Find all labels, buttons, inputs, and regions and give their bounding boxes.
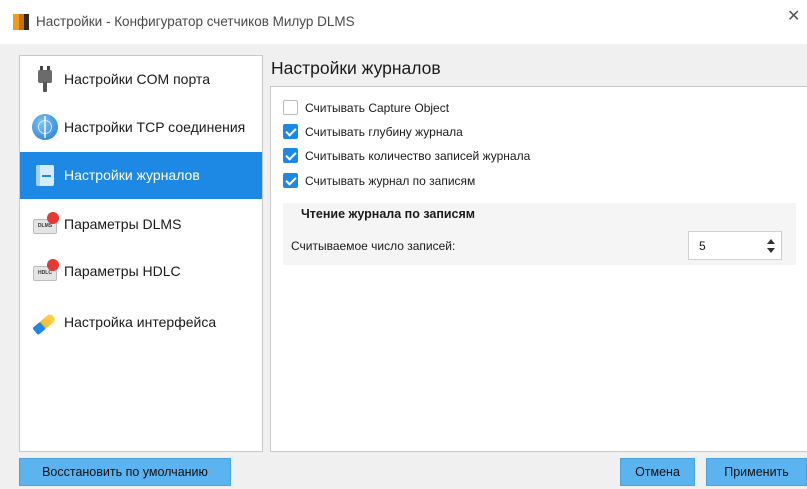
settings-window: Настройки - Конфигуратор счетчиков Милур… bbox=[0, 0, 807, 489]
sidebar-item-interface[interactable]: Настройка интерфейса bbox=[20, 299, 262, 346]
records-count-label: Считываемое число записей: bbox=[291, 239, 456, 253]
app-logo-icon bbox=[13, 14, 29, 30]
sidebar-item-label: Параметры DLMS bbox=[64, 216, 182, 232]
wrench-icon bbox=[32, 309, 58, 336]
window-title: Настройки - Конфигуратор счетчиков Милур… bbox=[36, 14, 355, 29]
spin-down-icon[interactable] bbox=[767, 248, 775, 253]
records-count-value[interactable]: 5 bbox=[699, 239, 706, 253]
restore-defaults-button[interactable]: Восстановить по умолчанию bbox=[19, 458, 231, 486]
spin-up-icon[interactable] bbox=[767, 239, 775, 244]
checkbox-box[interactable] bbox=[283, 100, 298, 115]
checkbox-label: Считывать Capture Object bbox=[305, 101, 450, 115]
sidebar-item-label: Настройки COM порта bbox=[64, 71, 210, 87]
read-by-records-group: Чтение журнала по записям Считываемое чи… bbox=[283, 203, 796, 265]
sidebar-item-journals[interactable]: Настройки журналов bbox=[20, 152, 262, 199]
sidebar-item-label: Настройки TCP соединения bbox=[64, 119, 246, 135]
journal-settings-panel: Считывать Capture Object Считывать глуби… bbox=[270, 86, 807, 452]
book-icon bbox=[32, 162, 58, 188]
hdlc-chip-icon: HDLC bbox=[32, 258, 59, 284]
globe-icon bbox=[32, 114, 58, 140]
checkbox-box[interactable] bbox=[283, 148, 298, 163]
group-title: Чтение журнала по записям bbox=[301, 207, 476, 221]
apply-button[interactable]: Применить bbox=[706, 458, 807, 486]
cancel-button[interactable]: Отмена bbox=[620, 458, 695, 486]
page-title: Настройки журналов bbox=[271, 58, 441, 78]
close-icon[interactable]: ✕ bbox=[787, 6, 807, 36]
sidebar-item-tcp[interactable]: Настройки TCP соединения bbox=[20, 104, 262, 151]
checkbox-label: Считывать журнал по записям bbox=[305, 174, 476, 188]
checkbox-label: Считывать количество записей журнала bbox=[305, 149, 531, 163]
checkbox-box[interactable] bbox=[283, 173, 298, 188]
sidebar-item-hdlc[interactable]: HDLC Параметры HDLC bbox=[20, 248, 262, 295]
dlms-chip-icon: DLMS bbox=[32, 211, 59, 237]
sidebar-item-label: Настройка интерфейса bbox=[64, 314, 217, 330]
records-count-stepper[interactable]: 5 bbox=[688, 231, 782, 260]
sidebar-item-dlms[interactable]: DLMS Параметры DLMS bbox=[20, 201, 262, 248]
usb-plug-icon bbox=[32, 66, 58, 92]
checkbox-label: Считывать глубину журнала bbox=[305, 125, 463, 139]
sidebar-item-label: Параметры HDLC bbox=[64, 263, 181, 279]
sidebar-item-com-port[interactable]: Настройки COM порта bbox=[20, 56, 262, 103]
checkbox-box[interactable] bbox=[283, 124, 298, 139]
title-bar: Настройки - Конфигуратор счетчиков Милур… bbox=[0, 0, 807, 44]
settings-sidebar: Настройки COM порта Настройки TCP соедин… bbox=[19, 55, 263, 452]
sidebar-item-label: Настройки журналов bbox=[64, 167, 200, 183]
